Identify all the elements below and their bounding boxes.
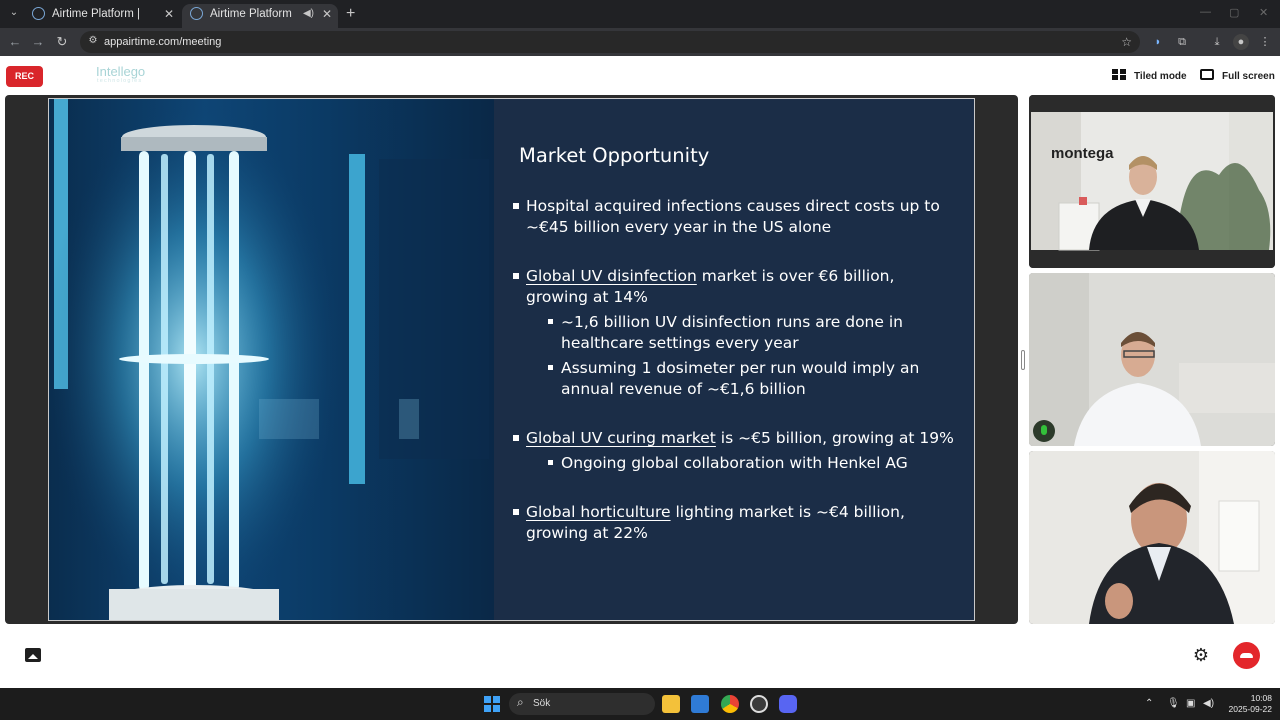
tab-search-chevron-icon[interactable]: ⌄ (6, 5, 22, 21)
maximize-icon[interactable]: ▢ (1229, 6, 1239, 19)
os-taskbar: ⌕ Sök ⌃ 🎙 ▣ ◀) 10:08 2025-09-22 (0, 688, 1280, 720)
tiled-grid-icon (1112, 69, 1126, 80)
tray-overflow-chevron-icon[interactable]: ⌃ (1145, 696, 1153, 712)
taskbar-search-label: Sök (533, 698, 551, 709)
bullet-line: Hospital acquired infections causes dire… (526, 197, 940, 215)
url-text[interactable]: appairtime.com/meeting (104, 31, 221, 53)
forward-arrow-icon[interactable]: → (29, 33, 47, 51)
bullet-line: healthcare settings every year (561, 334, 799, 352)
bullet-line: annual revenue of ~€1,6 billion (561, 380, 806, 398)
participant-video-1[interactable]: montega (1029, 95, 1275, 268)
intellego-logo-subtitle: technologies (97, 78, 143, 84)
audio-playing-icon[interactable]: ◀) (303, 4, 314, 24)
slide-text-panel: Market Opportunity Hospital acquired inf… (494, 99, 974, 620)
windows-start-icon[interactable] (484, 696, 500, 712)
participant-video-2[interactable] (1029, 273, 1275, 446)
close-tab-icon[interactable]: ✕ (164, 4, 174, 24)
tab-title: Airtime Platform (210, 8, 292, 20)
bullet-horticulture: Global horticulture lighting market is ~… (513, 502, 905, 544)
bullet-line: growing at 22% (526, 524, 648, 542)
link-global-horticulture[interactable]: Global horticulture (526, 503, 671, 521)
uv-lamp-illustration (49, 99, 489, 620)
bullet-square (513, 273, 519, 279)
bullet-hai-costs: Hospital acquired infections causes dire… (513, 196, 940, 238)
browser-menu-icon[interactable]: ⋮ (1257, 34, 1273, 50)
bullet-square (513, 203, 519, 209)
tiled-mode-label: Tiled mode (1134, 71, 1187, 82)
airtime-favicon-icon (32, 7, 45, 20)
bullet-text: market is over €6 billion, (696, 267, 895, 285)
participant-video-frame (1029, 273, 1275, 446)
search-icon: ⌕ (517, 695, 524, 709)
window-close-icon[interactable]: ✕ (1259, 6, 1268, 19)
bullet-line: ~€45 billion every year in the US alone (526, 218, 832, 236)
stage-resize-handle[interactable] (1021, 350, 1025, 370)
close-tab-icon[interactable]: ✕ (322, 4, 332, 24)
network-tray-icon[interactable]: ▣ (1186, 696, 1195, 712)
bullet-square (513, 509, 519, 515)
bookmark-star-icon[interactable]: ☆ (1121, 31, 1132, 53)
bullet-square (548, 460, 553, 465)
photos-app-icon[interactable] (691, 695, 709, 713)
subbullet-henkel: Ongoing global collaboration with Henkel… (548, 453, 908, 474)
link-global-uv-disinfection[interactable]: Global UV disinfection (526, 267, 697, 285)
tab-airtime-investor[interactable]: Airtime Platform | Investor ✕ (24, 4, 180, 40)
download-icon[interactable]: ⤓ (1209, 34, 1225, 50)
airtime-favicon-icon (190, 7, 203, 20)
system-clock[interactable]: 10:08 2025-09-22 (1224, 693, 1272, 715)
presentation-slide: Market Opportunity Hospital acquired inf… (48, 98, 975, 621)
browser-tab-bar: ⌄ Airtime Platform | Investor ✕ Airtime … (0, 0, 1280, 40)
participant-video-3[interactable] (1029, 451, 1275, 624)
tab-airtime-platform[interactable]: Airtime Platform ◀) ✕ (182, 4, 338, 28)
link-global-uv-curing-market[interactable]: Global UV curing market (526, 429, 716, 447)
reading-mode-icon[interactable]: ◗ (1150, 34, 1166, 50)
microphone-tray-icon[interactable]: 🎙 (1167, 696, 1180, 712)
browser-toolbar: ← → ↻ ⚙ appairtime.com/meeting ☆ ◗ ⧉ ⤓ ●… (0, 28, 1280, 56)
taskbar-search[interactable]: ⌕ Sök (509, 693, 655, 715)
bullet-line: growing at 14% (526, 288, 648, 306)
settings-gear-icon[interactable]: ⚙ (1192, 646, 1210, 664)
profile-avatar-icon[interactable]: ● (1233, 34, 1249, 50)
back-arrow-icon[interactable]: ← (6, 33, 24, 51)
bullet-square (513, 435, 519, 441)
new-tab-button[interactable]: + (346, 4, 355, 24)
bullet-line: Ongoing global collaboration with Henkel… (561, 454, 908, 472)
extensions-icon[interactable]: ⧉ (1174, 34, 1190, 50)
minimize-icon[interactable]: — (1200, 6, 1211, 18)
bullet-uv-disinfection: Global UV disinfection market is over €6… (513, 266, 895, 308)
discord-icon[interactable] (779, 695, 797, 713)
tiled-mode-button[interactable]: Tiled mode (1112, 69, 1187, 85)
uv-lamp-photo (49, 99, 494, 620)
reload-icon[interactable]: ↻ (53, 33, 71, 51)
bullet-line: ~1,6 billion UV disinfection runs are do… (561, 313, 903, 331)
bullet-square (548, 319, 553, 324)
address-bar[interactable]: ⚙ appairtime.com/meeting ☆ (80, 31, 1140, 53)
file-explorer-icon[interactable] (662, 695, 680, 713)
participant-video-frame (1029, 95, 1275, 268)
subbullet-dosimeter-revenue: Assuming 1 dosimeter per run would imply… (548, 358, 920, 400)
bullet-line: Assuming 1 dosimeter per run would imply… (561, 359, 920, 377)
chrome-icon[interactable] (721, 695, 739, 713)
participant-video-frame (1029, 451, 1275, 624)
bullet-text: lighting market is ~€4 billion, (670, 503, 905, 521)
bullet-uv-curing: Global UV curing market is ~€5 billion, … (513, 428, 954, 449)
clock-date: 2025-09-22 (1228, 704, 1272, 714)
full-screen-label: Full screen (1222, 71, 1275, 82)
bullet-text: is ~€5 billion, growing at 19% (715, 429, 954, 447)
clock-time: 10:08 (1250, 693, 1272, 703)
site-info-icon[interactable]: ⚙ (86, 34, 100, 48)
subbullet-disinfection-runs: ~1,6 billion UV disinfection runs are do… (548, 312, 903, 354)
hang-up-button[interactable] (1233, 642, 1260, 669)
clock-app-icon[interactable] (750, 695, 768, 713)
intellego-logo: Intellego (96, 64, 146, 79)
full-screen-icon (1200, 69, 1214, 80)
volume-tray-icon[interactable]: ◀) (1203, 696, 1214, 712)
gallery-image-icon[interactable] (25, 648, 41, 662)
slide-title: Market Opportunity (519, 144, 710, 167)
active-speaker-mic-icon (1033, 420, 1055, 442)
wall-logo-text: montega (1051, 145, 1114, 162)
rec-badge: REC (6, 66, 43, 87)
full-screen-button[interactable]: Full screen (1200, 69, 1275, 85)
bullet-square (548, 365, 553, 370)
